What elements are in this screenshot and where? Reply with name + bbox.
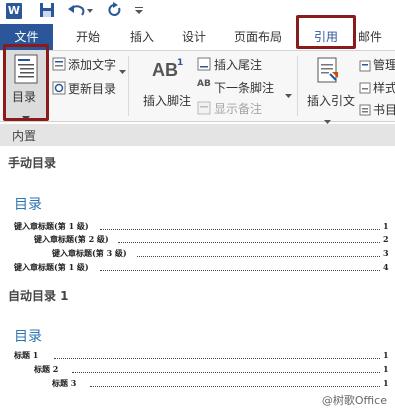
references-highlight-box [296, 15, 356, 49]
ribbon-divider [128, 56, 129, 116]
style-icon [359, 79, 371, 98]
insert-citation-icon [316, 56, 340, 88]
toc-entry-page: 1 [383, 350, 389, 360]
footnote-superscript: 1 [177, 58, 184, 68]
tab-home[interactable]: 开始 [68, 24, 108, 50]
toc-entry-leader [118, 242, 380, 243]
show-notes-icon [197, 100, 211, 119]
repeat-icon[interactable] [106, 2, 124, 20]
insert-endnote-button[interactable]: 插入尾注 [214, 56, 262, 73]
auto-toc-heading[interactable]: 目录 [14, 326, 42, 346]
toc-entry-leader [90, 386, 380, 387]
toc-entry-page: 1 [383, 221, 389, 231]
builtin-section-label: 内置 [12, 129, 37, 143]
insert-citation-button[interactable]: 插入引文 [307, 92, 355, 109]
manual-toc-heading[interactable]: 目录 [14, 194, 42, 214]
tab-page-layout[interactable]: 页面布局 [226, 24, 290, 50]
bibliography-icon [359, 101, 371, 120]
ribbon-divider [297, 56, 298, 116]
toc-entry-leader [72, 372, 380, 373]
toc-entry-text[interactable]: 键入章标题(第 3 级) [52, 248, 127, 259]
save-icon[interactable] [38, 2, 56, 20]
add-text-icon [52, 56, 66, 75]
toc-entry-text[interactable]: 标题 1 [14, 350, 38, 361]
manage-sources-button[interactable]: 管理 [373, 56, 395, 73]
toc-entry-leader [100, 229, 380, 230]
word-app-icon[interactable]: W [6, 3, 22, 19]
insert-endnote-icon [197, 56, 211, 75]
update-toc-button[interactable]: 更新目录 [68, 80, 116, 97]
toc-entry-page: 1 [383, 364, 389, 374]
toc-entry-text[interactable]: 标题 3 [52, 378, 76, 389]
toc-entry-text[interactable]: 标题 2 [34, 364, 58, 375]
toc-entry-page: 4 [383, 262, 389, 272]
add-text-button[interactable]: 添加文字 [68, 56, 116, 73]
show-notes-button[interactable]: 显示备注 [214, 100, 262, 117]
footnote-icon: AB [152, 60, 178, 80]
toc-entry-page: 3 [383, 248, 389, 258]
toc-entry-page: 2 [383, 234, 389, 244]
toc-entry-leader [54, 358, 380, 359]
customize-quick-access-icon[interactable] [130, 2, 148, 20]
watermark: @树歌Office [321, 394, 387, 407]
toc-entry-text[interactable]: 键入章标题(第 1 级) [14, 262, 89, 273]
tab-mailings[interactable]: 邮件 [358, 24, 395, 50]
tab-design[interactable]: 设计 [174, 24, 214, 50]
toc-highlight-box [3, 44, 49, 121]
style-select[interactable]: 样式 [373, 79, 395, 96]
tab-insert[interactable]: 插入 [122, 24, 162, 50]
insert-footnote-button[interactable]: 插入脚注 [143, 92, 191, 109]
toc-entry-page: 1 [383, 378, 389, 388]
toc-entry-leader [100, 270, 380, 271]
auto-toc-title[interactable]: 自动目录 1 [8, 287, 69, 304]
update-toc-icon [52, 80, 66, 99]
manual-toc-title[interactable]: 手动目录 [8, 154, 56, 171]
manage-sources-icon [359, 57, 371, 76]
undo-icon[interactable] [66, 2, 96, 20]
builtin-section-header: 内置 [0, 124, 395, 146]
chevron-down-icon [119, 60, 126, 79]
next-footnote-button[interactable]: 下一条脚注 [214, 79, 274, 96]
toc-entry-leader [137, 256, 380, 257]
toc-entry-text[interactable]: 键入章标题(第 1 级) [14, 221, 89, 232]
toc-entry-text[interactable]: 键入章标题(第 2 级) [34, 234, 109, 245]
next-footnote-icon: AB [197, 79, 211, 89]
chevron-down-icon [285, 84, 292, 103]
bibliography-button[interactable]: 书目 [373, 101, 395, 118]
